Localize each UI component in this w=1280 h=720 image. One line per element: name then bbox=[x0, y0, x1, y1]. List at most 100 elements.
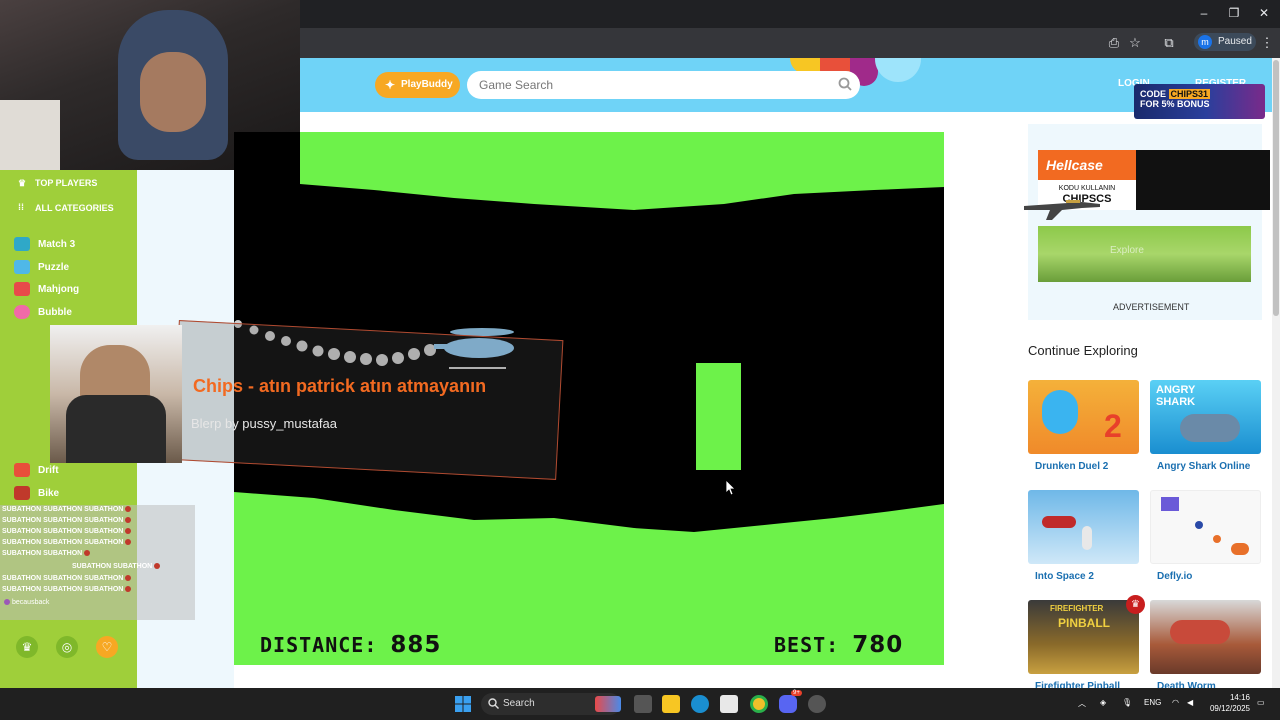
game-name-into-space-2[interactable]: Into Space 2 bbox=[1035, 571, 1094, 582]
game-card-into-space-2[interactable] bbox=[1028, 490, 1139, 564]
category-puzzle[interactable]: Puzzle bbox=[14, 258, 69, 278]
search-icon[interactable] bbox=[838, 77, 852, 91]
best-value: 780 bbox=[852, 632, 904, 658]
gem-icon bbox=[14, 237, 30, 252]
thumb-logo: PINBALL bbox=[1058, 616, 1110, 630]
chat-message: SUBATHON SUBATHON bbox=[72, 563, 153, 570]
trophy-icon[interactable]: ♛ bbox=[16, 636, 38, 658]
category-bike[interactable]: Bike bbox=[14, 484, 59, 504]
chrome-icon[interactable] bbox=[750, 695, 768, 713]
extensions-icon[interactable]: ⧉ bbox=[1160, 34, 1178, 52]
game-card-angry-shark-online[interactable]: ANGRY SHARK bbox=[1150, 380, 1261, 454]
chat-line: SUBATHON SUBATHON SUBATHON bbox=[2, 517, 133, 524]
widgets-icon[interactable] bbox=[595, 696, 621, 712]
restore-button[interactable]: ❐ bbox=[1224, 6, 1244, 20]
alarm-icon[interactable]: ◎ bbox=[56, 636, 78, 658]
thumb-logo: ANGRY SHARK bbox=[1156, 384, 1196, 408]
category-bubble[interactable]: Bubble bbox=[14, 303, 72, 323]
game-search-box[interactable] bbox=[467, 71, 860, 99]
store-icon[interactable] bbox=[720, 695, 738, 713]
mahjong-tile-icon bbox=[14, 282, 30, 297]
chat-line: SUBATHON SUBATHON SUBATHON bbox=[2, 575, 133, 582]
taskbar-clock[interactable]: 14:16 09/12/2025 bbox=[1208, 692, 1250, 714]
distance-label: DISTANCE: bbox=[260, 633, 378, 657]
close-button[interactable]: ✕ bbox=[1254, 6, 1274, 20]
game-name-defly-io[interactable]: Defly.io bbox=[1157, 571, 1192, 582]
thumb-plane bbox=[1042, 516, 1076, 528]
chat-message: SUBATHON SUBATHON SUBATHON bbox=[2, 517, 124, 524]
chat-line: SUBATHON SUBATHON bbox=[72, 563, 162, 570]
chat-message: SUBATHON SUBATHON bbox=[2, 550, 83, 557]
notification-icon[interactable]: ▭ bbox=[1257, 698, 1265, 707]
edge-icon[interactable] bbox=[691, 695, 709, 713]
install-app-icon[interactable]: ⎙ bbox=[1105, 34, 1123, 52]
stream-alert-frame bbox=[171, 320, 564, 480]
browser-menu-icon[interactable]: ⋮ bbox=[1258, 34, 1276, 52]
category-mahjong[interactable]: Mahjong bbox=[14, 280, 79, 300]
search-icon bbox=[488, 698, 499, 709]
tray-chevron-icon[interactable]: ︿ bbox=[1078, 698, 1086, 709]
game-name-angry-shark-online[interactable]: Angry Shark Online bbox=[1157, 461, 1250, 472]
thumb-worm bbox=[1170, 620, 1230, 644]
bookmark-star-icon[interactable]: ☆ bbox=[1126, 34, 1144, 52]
clock-time: 14:16 bbox=[1229, 693, 1250, 702]
volume-icon[interactable]: ◀ bbox=[1187, 698, 1193, 707]
playbuddy-button[interactable]: ✦ PlayBuddy bbox=[375, 72, 460, 98]
page-scroll-thumb[interactable] bbox=[1273, 60, 1279, 316]
game-card-defly-io[interactable] bbox=[1150, 490, 1261, 564]
emote-icon bbox=[84, 550, 91, 557]
tray-app-icon[interactable]: ◈ bbox=[1100, 698, 1106, 707]
profile-button[interactable]: m Paused bbox=[1194, 33, 1256, 51]
category-label: Mahjong bbox=[38, 284, 80, 295]
category-label: Drift bbox=[38, 465, 59, 476]
car-icon bbox=[14, 463, 30, 478]
discord-icon[interactable] bbox=[779, 695, 797, 713]
landscape-ad-text: Explore bbox=[1110, 245, 1144, 256]
game-search-input[interactable] bbox=[479, 71, 819, 99]
game-card-drunken-duel-2[interactable]: 2 bbox=[1028, 380, 1139, 454]
task-view-icon[interactable] bbox=[634, 695, 652, 713]
emote-icon bbox=[125, 575, 132, 582]
alert-photo-shirt bbox=[66, 395, 166, 463]
webcam-face bbox=[140, 52, 206, 132]
bubble-icon bbox=[14, 305, 30, 320]
best-label: BEST: bbox=[774, 633, 840, 657]
taskbar-search-label: Search bbox=[503, 698, 535, 709]
stream-alert-subtitle: Blerp by pussy_mustafaa bbox=[191, 416, 337, 431]
game-card-firefighter-pinball[interactable]: FIREFIGHTER PINBALL bbox=[1028, 600, 1139, 674]
category-match-3[interactable]: Match 3 bbox=[14, 235, 75, 255]
obstacle-block bbox=[696, 363, 741, 470]
best-score: BEST: 780 bbox=[774, 632, 903, 658]
continue-exploring-title: Continue Exploring bbox=[1028, 343, 1138, 358]
wifi-icon[interactable]: ◠ bbox=[1172, 698, 1179, 707]
chat-line: SUBATHON SUBATHON SUBATHON bbox=[2, 586, 133, 593]
minimize-button[interactable]: – bbox=[1194, 6, 1214, 20]
sparkle-icon: ✦ bbox=[385, 78, 396, 92]
heart-icon[interactable]: ♡ bbox=[96, 636, 118, 658]
emote-icon bbox=[125, 528, 132, 535]
bike-icon bbox=[14, 486, 30, 501]
chat-message: SUBATHON SUBATHON SUBATHON bbox=[2, 575, 124, 582]
stream-alert-photo bbox=[50, 325, 182, 463]
trophy-badge-icon: ♛ bbox=[1126, 595, 1145, 614]
file-explorer-icon[interactable] bbox=[662, 695, 680, 713]
landscape-ad[interactable] bbox=[1038, 226, 1251, 282]
hellcase-brand: Hellcase bbox=[1038, 150, 1136, 180]
thumb-shark bbox=[1180, 414, 1240, 442]
category-drift[interactable]: Drift bbox=[14, 461, 59, 481]
language-indicator[interactable]: ENG bbox=[1144, 698, 1161, 707]
windows-start-icon[interactable] bbox=[455, 696, 471, 712]
top-players-link[interactable]: TOP PLAYERS bbox=[35, 178, 97, 188]
emote-icon bbox=[125, 539, 132, 546]
puzzle-icon bbox=[14, 260, 30, 275]
all-categories-link[interactable]: ALL CATEGORIES bbox=[35, 203, 114, 213]
app-icon[interactable] bbox=[808, 695, 826, 713]
clock-date: 09/12/2025 bbox=[1209, 704, 1250, 713]
thumb-drone bbox=[1161, 497, 1179, 511]
game-card-death-worm[interactable] bbox=[1150, 600, 1261, 674]
microphone-icon[interactable]: 🎙 bbox=[1122, 698, 1132, 707]
stream-alert-title: Chips - atın patrick atın atmayanın bbox=[193, 376, 487, 396]
game-name-drunken-duel-2[interactable]: Drunken Duel 2 bbox=[1035, 461, 1108, 472]
code-banner-prefix: CODE bbox=[1140, 89, 1167, 99]
chat-message: SUBATHON SUBATHON SUBATHON bbox=[2, 528, 124, 535]
